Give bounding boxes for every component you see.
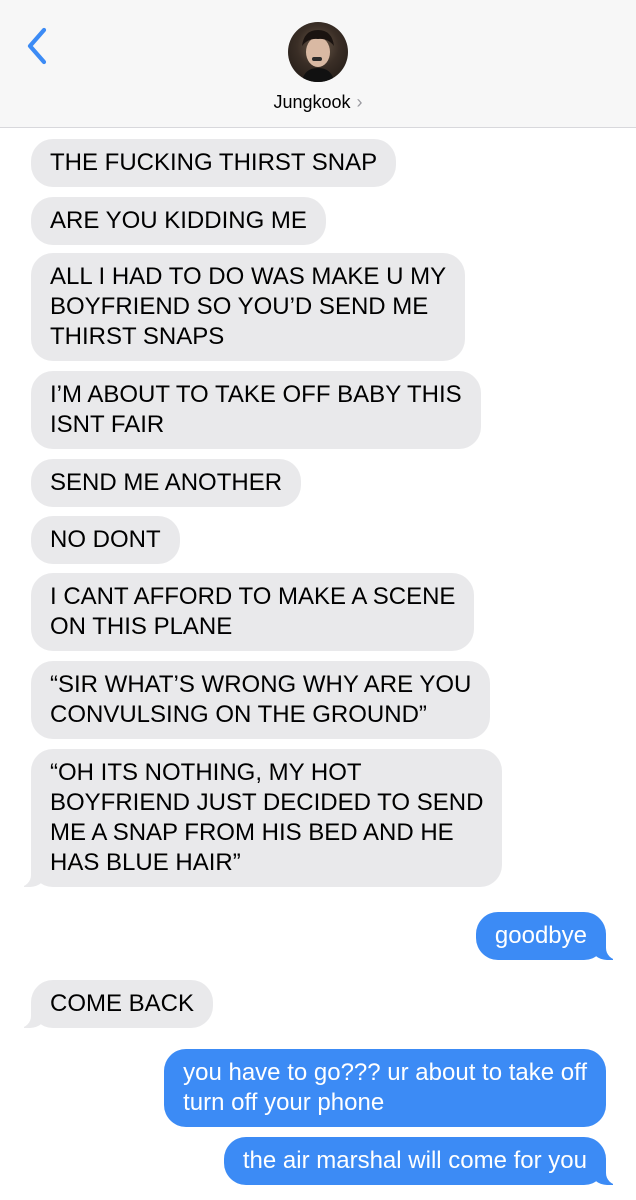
chevron-left-icon: [27, 27, 47, 65]
sent-message: the air marshal will come for you: [223, 1137, 631, 1185]
received-message: SEND ME ANOTHER: [31, 459, 302, 507]
received-message: NO DONT: [31, 516, 180, 564]
received-message: COME BACK: [6, 980, 214, 1028]
avatar-photo: [302, 30, 334, 82]
received-message: ALL I HAD TO DO WAS MAKE U MY BOYFRIEND …: [31, 253, 466, 361]
contact-name: Jungkook: [273, 92, 351, 112]
received-message: “OH ITS NOTHING, MY HOT BOYFRIEND JUST D…: [6, 749, 503, 887]
contact-name-button[interactable]: Jungkook ›: [0, 92, 636, 113]
back-button[interactable]: [22, 26, 54, 66]
sent-message: you have to go??? ur about to take off t…: [164, 1049, 606, 1127]
received-message: THE FUCKING THIRST SNAP: [31, 139, 397, 187]
conversation-header: Jungkook ›: [0, 0, 636, 128]
chevron-right-icon: ›: [356, 92, 363, 112]
avatar[interactable]: [288, 22, 348, 82]
received-message: I CANT AFFORD TO MAKE A SCENE ON THIS PL…: [31, 573, 475, 651]
received-message: I’M ABOUT TO TAKE OFF BABY THIS ISNT FAI…: [31, 371, 481, 449]
received-message: ARE YOU KIDDING ME: [31, 197, 326, 245]
sent-message: goodbye: [475, 912, 631, 960]
received-message: “SIR WHAT’S WRONG WHY ARE YOU CONVULSING…: [31, 661, 491, 739]
